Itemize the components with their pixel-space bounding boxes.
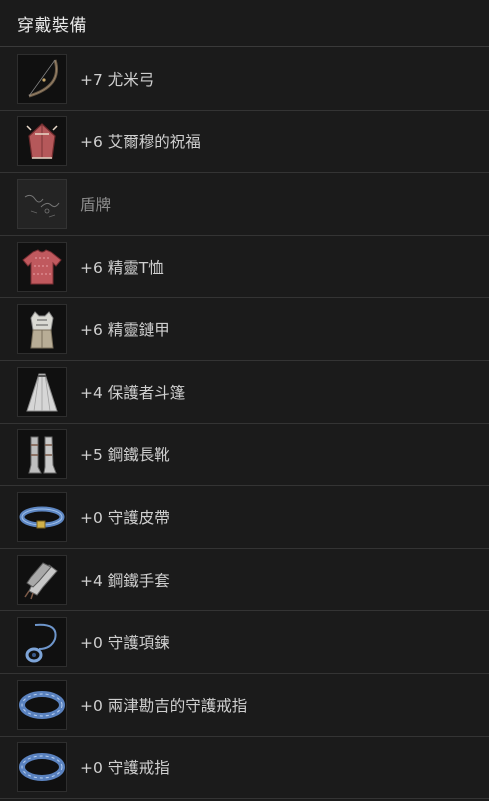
bow-icon xyxy=(17,53,67,104)
equipment-row-belt[interactable]: +0 守護皮帶 xyxy=(0,486,489,549)
item-label: +6 精靈鏈甲 xyxy=(80,321,170,340)
item-label: +5 鋼鐵長靴 xyxy=(80,446,170,465)
equipment-row-necklace[interactable]: +0 守護項鍊 xyxy=(0,611,489,674)
equipment-row-chainmail[interactable]: +6 精靈鏈甲 xyxy=(0,298,489,361)
red-tshirt-icon xyxy=(17,241,67,292)
chainmail-armor-icon xyxy=(17,304,67,355)
equipment-row-cloak[interactable]: +4 保護者斗篷 xyxy=(0,361,489,424)
steel-boots-icon xyxy=(17,429,67,480)
panel-title: 穿戴裝備 xyxy=(17,15,87,36)
equipment-row-blessing[interactable]: +6 艾爾穆的祝福 xyxy=(0,111,489,174)
item-label: +0 守護項鍊 xyxy=(80,634,170,653)
steel-gloves-icon xyxy=(17,554,67,605)
blue-belt-icon xyxy=(17,491,67,542)
item-label: 盾牌 xyxy=(80,195,112,214)
blue-ring-icon xyxy=(17,679,67,730)
white-cloak-icon xyxy=(17,366,67,417)
equipment-row-tshirt[interactable]: +6 精靈T恤 xyxy=(0,236,489,299)
equipment-row-bow[interactable]: +7 尤米弓 xyxy=(0,48,489,111)
panel-header: 穿戴裝備 xyxy=(0,0,489,47)
shirt-blessing-icon xyxy=(17,116,67,167)
equipment-row-boots[interactable]: +5 鋼鐵長靴 xyxy=(0,424,489,487)
item-label: +0 守護皮帶 xyxy=(80,508,170,527)
item-label: +6 艾爾穆的祝福 xyxy=(80,133,201,152)
blue-ring-icon xyxy=(17,742,67,793)
equipment-row-ring-2[interactable]: +0 守護戒指 xyxy=(0,737,489,800)
equipment-row-ring-1[interactable]: +0 兩津勘吉的守護戒指 xyxy=(0,674,489,737)
item-label: +7 尤米弓 xyxy=(80,70,155,89)
item-label: +4 保護者斗篷 xyxy=(80,383,186,402)
equipment-row-shield[interactable]: 盾牌 xyxy=(0,173,489,236)
blue-necklace-icon xyxy=(17,617,67,668)
equipment-panel: 穿戴裝備 +7 尤米弓 +6 艾爾穆的祝福 盾牌 +6 精靈T恤 +6 精靈鏈甲… xyxy=(0,0,489,801)
item-label: +0 守護戒指 xyxy=(80,759,170,778)
empty-shield-slot-icon xyxy=(17,178,67,229)
equipment-row-gloves[interactable]: +4 鋼鐵手套 xyxy=(0,549,489,612)
equipment-list: +7 尤米弓 +6 艾爾穆的祝福 盾牌 +6 精靈T恤 +6 精靈鏈甲 +4 保… xyxy=(0,48,489,800)
item-label: +4 鋼鐵手套 xyxy=(80,571,170,590)
item-label: +6 精靈T恤 xyxy=(80,258,164,277)
item-label: +0 兩津勘吉的守護戒指 xyxy=(80,696,248,715)
